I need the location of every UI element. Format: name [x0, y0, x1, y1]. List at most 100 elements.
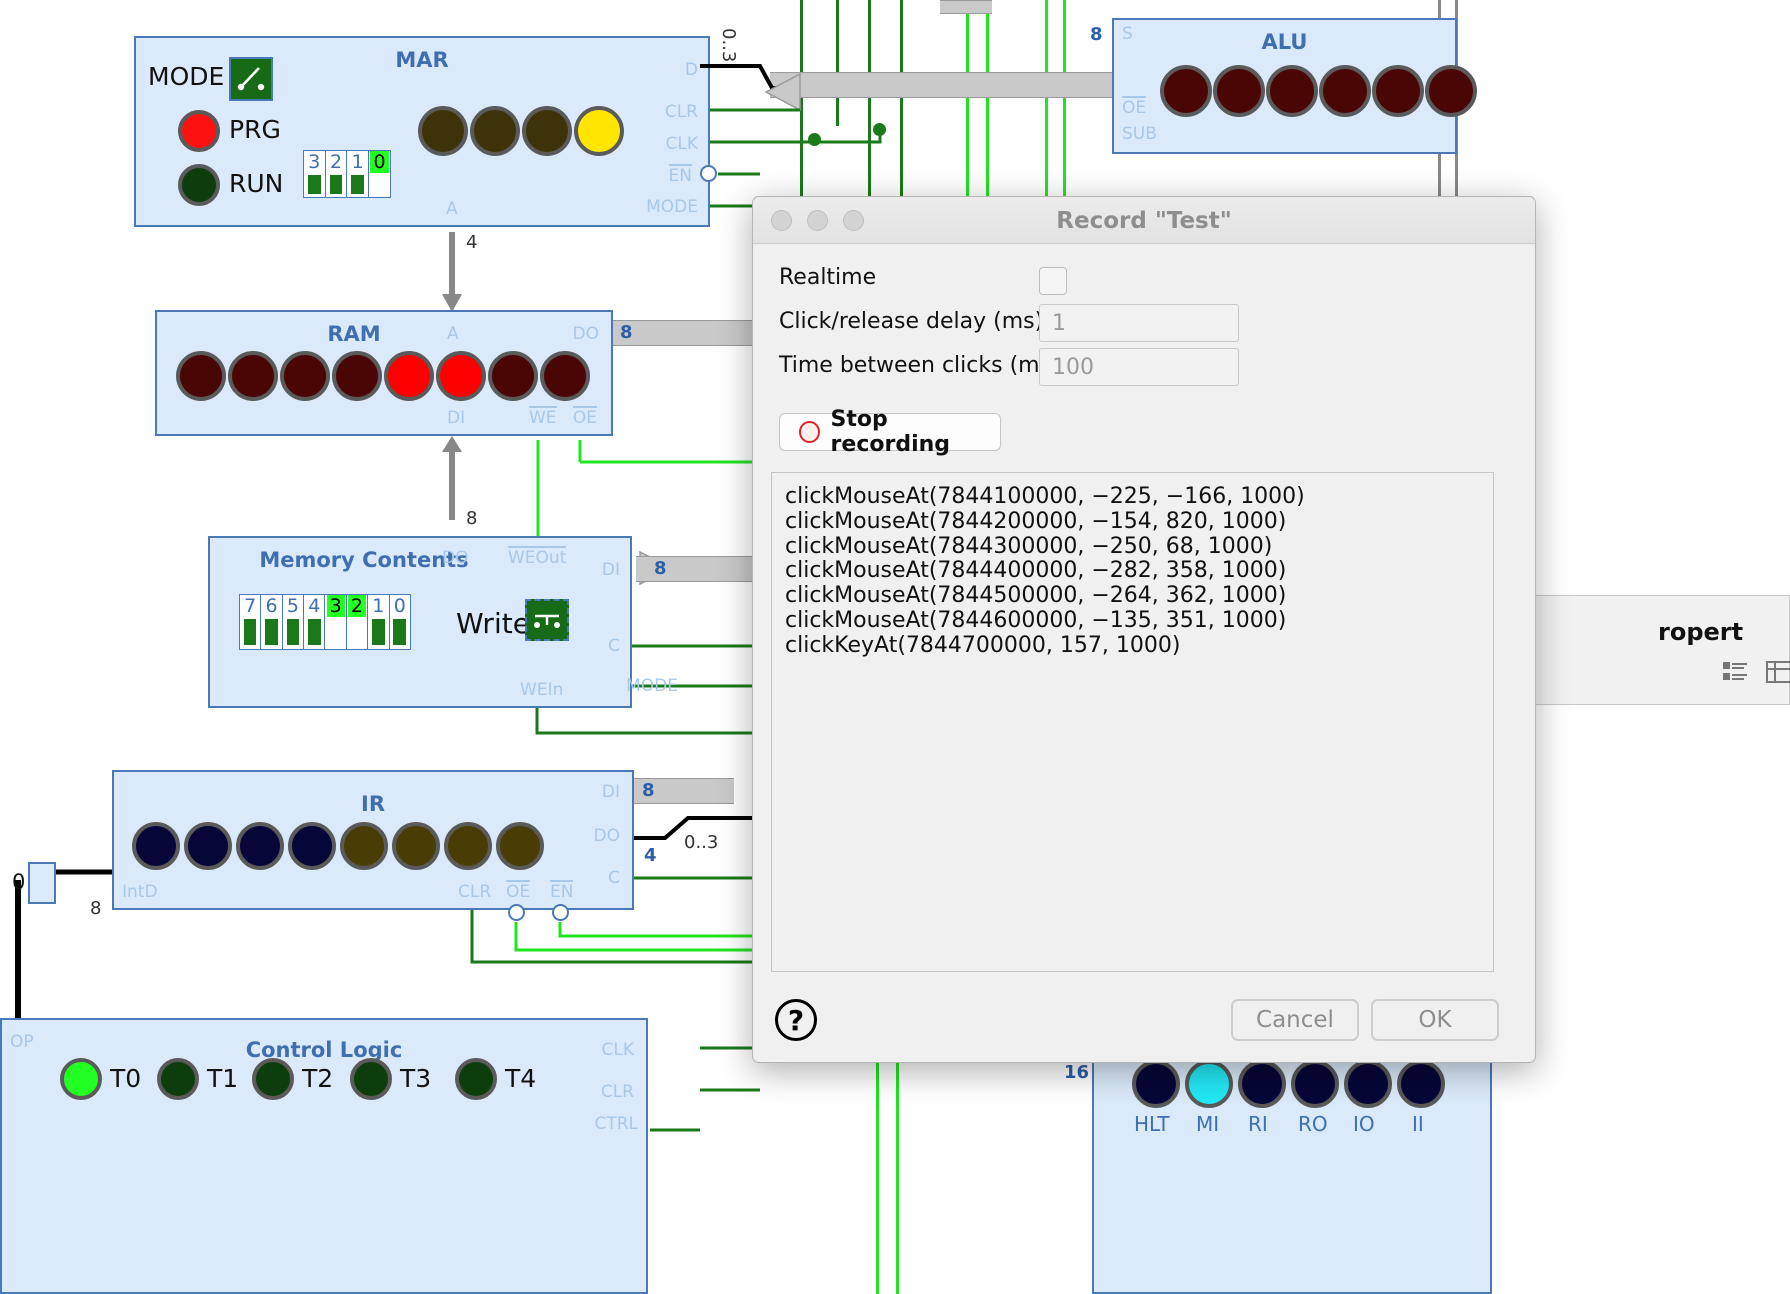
stop-recording-button[interactable]: Stop recording [779, 407, 1001, 457]
click-release-delay-input[interactable]: 1 [1039, 304, 1239, 342]
memory-dip-cell[interactable]: 7 [240, 595, 262, 649]
wire-vertical [896, 1040, 899, 1294]
ir-pin-oe: OE [506, 880, 531, 902]
control-led-t2 [252, 1058, 294, 1100]
memory-dip-cell[interactable]: 4 [304, 595, 326, 649]
memory-dip-cell[interactable]: 0 [389, 595, 410, 649]
ram-led [540, 351, 590, 401]
memory-pin-wein: WEIn [520, 680, 564, 700]
time-between-clicks-input[interactable]: 100 [1039, 348, 1239, 386]
wire-vertical [800, 0, 803, 210]
memory-dip-label: 6 [265, 595, 278, 617]
ir-led [496, 822, 544, 870]
realtime-checkbox[interactable] [1039, 267, 1067, 295]
bus-width-label: 16 [1064, 1062, 1090, 1083]
ir-led [444, 822, 492, 870]
mar-dip-cell[interactable]: 3 [304, 151, 326, 197]
control-label-t3: T3 [400, 1064, 432, 1093]
mar-pin-mode: MODE [646, 197, 698, 217]
data-bus-main [770, 72, 1118, 98]
wire-vertical [1045, 0, 1048, 200]
wire-vertical [1063, 0, 1066, 200]
list-view-icon[interactable] [1722, 660, 1748, 684]
mar-dip-cell[interactable]: 1 [347, 151, 370, 197]
ram-title: RAM [327, 322, 381, 346]
ok-label: OK [1418, 1007, 1452, 1033]
ctrlbus-label-io: IO [1353, 1112, 1375, 1136]
alu-led [1213, 65, 1265, 117]
mar-led-run[interactable] [178, 164, 220, 206]
memory-dip-label: 7 [244, 595, 257, 617]
ram-pin-we: WE [529, 406, 557, 428]
ir-pin-en: EN [550, 880, 574, 902]
mar-led-prg[interactable] [178, 110, 220, 152]
memory-dip-cell[interactable]: 1 [368, 595, 390, 649]
ir-led [132, 822, 180, 870]
switch-icon [534, 614, 560, 628]
mar-led [522, 106, 572, 156]
memory-dip-switches[interactable]: 7 6 5 4 3 2 1 0 [239, 594, 411, 650]
click-release-delay-value: 1 [1052, 310, 1066, 336]
recording-log[interactable]: clickMouseAt(7844100000, −225, −166, 100… [771, 472, 1494, 972]
memory-dip-label: 2 [347, 595, 367, 617]
properties-panel[interactable] [1510, 595, 1790, 705]
time-between-clicks-label: Time between clicks (ms): [779, 353, 1068, 378]
record-dialog[interactable]: Record "Test" Realtime Click/release del… [752, 196, 1536, 1063]
log-line: clickMouseAt(7844300000, −250, 68, 1000) [785, 533, 1273, 559]
mar-dip-label: 0 [370, 151, 389, 173]
ir-led [392, 822, 440, 870]
left-edge-connector[interactable] [28, 862, 56, 904]
ir-pin-di: DI [601, 782, 620, 802]
bus-width-label: 4 [644, 845, 657, 866]
junction-dot [808, 133, 821, 146]
memory-dip-cell[interactable]: 5 [282, 595, 305, 649]
help-icon[interactable]: ? [775, 999, 817, 1041]
memory-write-switch[interactable] [525, 599, 569, 641]
memory-dip-cell[interactable]: 2 [346, 595, 369, 649]
ir-led [288, 822, 336, 870]
alu-led [1372, 65, 1424, 117]
mar-dip-cell[interactable]: 0 [369, 151, 390, 197]
control-pin-clk: CLK [601, 1040, 635, 1060]
ok-button[interactable]: OK [1371, 999, 1499, 1041]
mar-led [418, 106, 468, 156]
log-line: clickMouseAt(7844500000, −264, 362, 1000… [785, 583, 1287, 609]
bus-width-label: 8 [466, 508, 478, 529]
memory-dip-state [390, 617, 410, 649]
alu-led [1319, 65, 1371, 117]
mar-pin-clk: CLK [665, 134, 699, 154]
ram-led [384, 351, 434, 401]
mar-mode-switch[interactable] [229, 57, 273, 101]
wire-vertical [868, 0, 871, 200]
dialog-titlebar[interactable]: Record "Test" [753, 197, 1535, 244]
mar-dip-switches[interactable]: 3 2 1 0 [303, 150, 391, 198]
memory-dip-cell[interactable]: 6 [261, 595, 283, 649]
control-label-t1: T1 [207, 1064, 239, 1093]
alu-pin-s: S [1122, 24, 1133, 44]
mar-dip-label: 3 [308, 151, 321, 173]
memory-dip-cell[interactable]: 3 [325, 595, 347, 649]
ctrlbus-led-mi [1185, 1060, 1233, 1108]
junction-dot [873, 123, 886, 136]
bus-width-label: 8 [90, 898, 102, 919]
wire-vertical [986, 0, 989, 200]
ir-en-inverter-dot [552, 904, 569, 921]
ram-led [280, 351, 330, 401]
log-line: clickMouseAt(7844100000, −225, −166, 100… [785, 484, 1305, 509]
memory-dip-label: 0 [393, 595, 406, 617]
alu-title: ALU [1261, 30, 1308, 54]
mar-pin-en: EN [668, 164, 693, 186]
mar-prg-label: PRG [229, 115, 281, 144]
mar-dip-label: 1 [351, 151, 364, 173]
memory-dip-label: 1 [372, 595, 385, 617]
block-control-logic[interactable]: Control Logic OP CLK CLR CTRL [0, 1018, 648, 1294]
control-led-t0 [60, 1058, 102, 1100]
properties-panel-title: ropert [1658, 618, 1744, 646]
mar-dip-cell[interactable]: 2 [325, 151, 348, 197]
memory-dip-label: 3 [326, 595, 345, 617]
cancel-button[interactable]: Cancel [1231, 999, 1359, 1041]
alu-led [1160, 65, 1212, 117]
data-bus [940, 0, 992, 14]
cancel-label: Cancel [1256, 1007, 1334, 1033]
table-view-icon[interactable] [1766, 660, 1790, 684]
